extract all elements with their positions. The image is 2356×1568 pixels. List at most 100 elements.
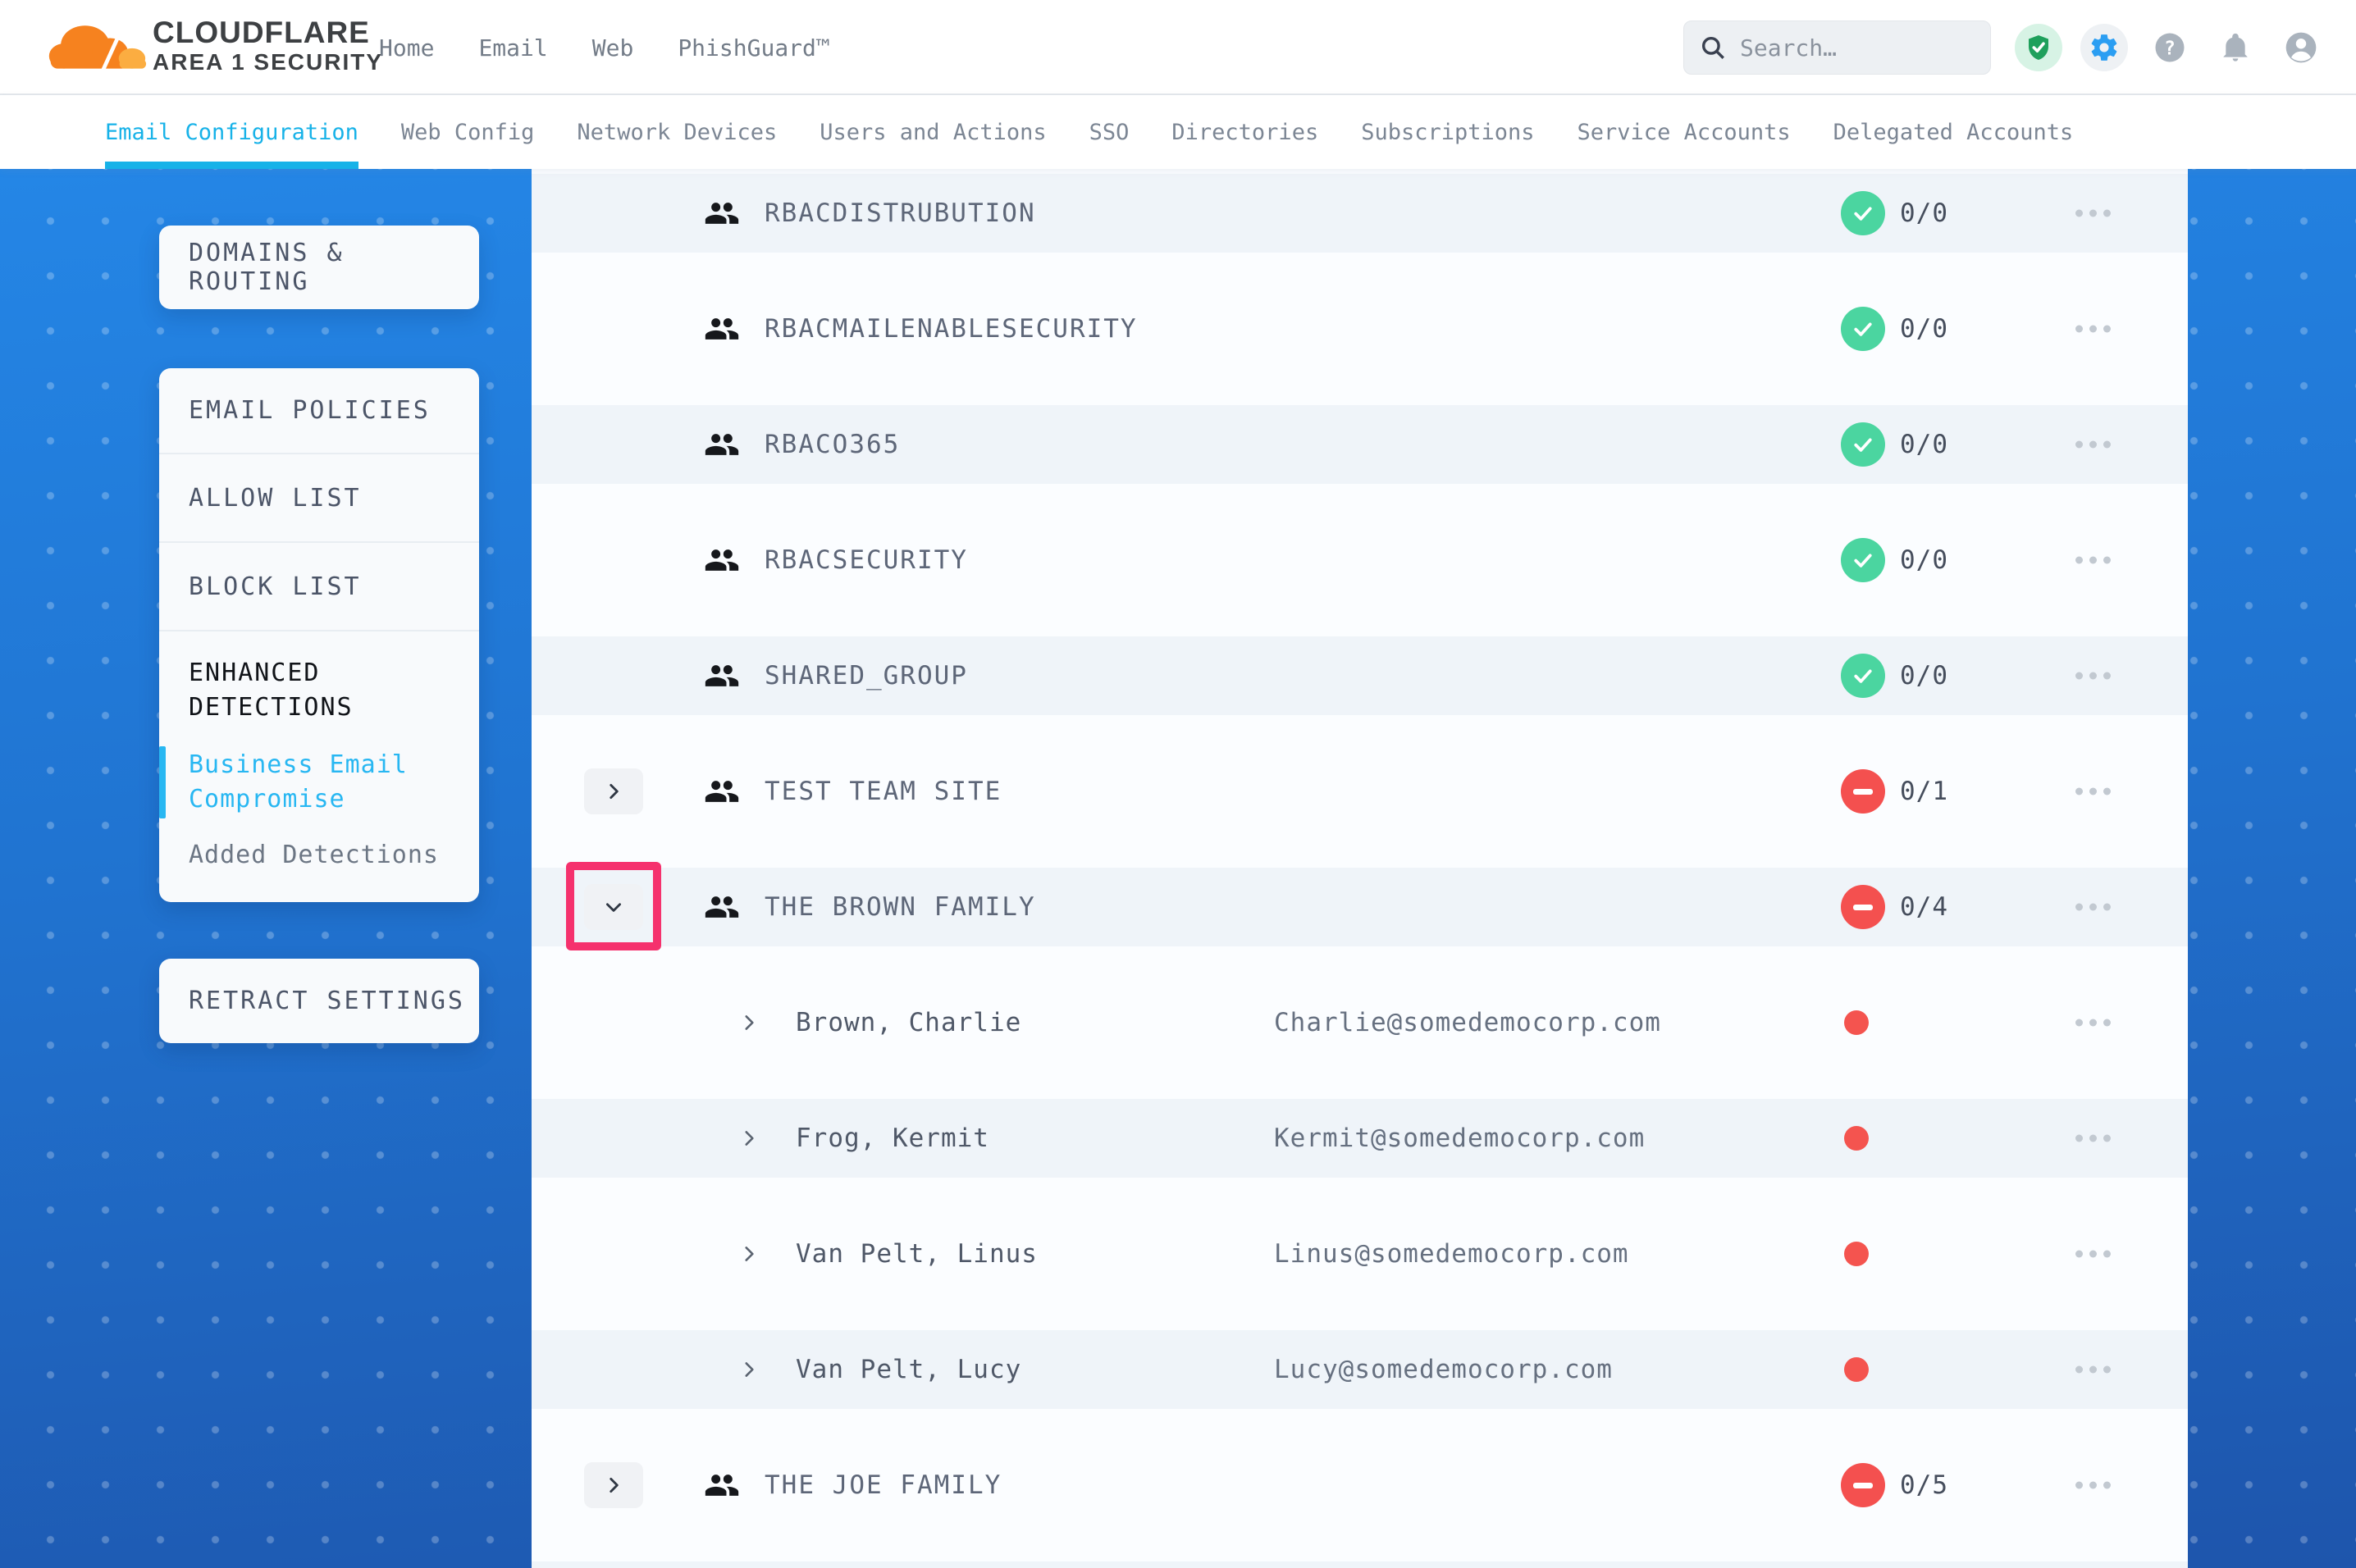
tab-sso[interactable]: SSO	[1089, 95, 1130, 169]
sidebar-item-email-policies[interactable]: EMAIL POLICIES	[159, 368, 479, 454]
nav-item-email[interactable]: Email	[478, 34, 547, 62]
member-email: Charlie@somedemocorp.com	[1274, 1008, 1661, 1037]
member-name: Van Pelt, Lucy	[796, 1355, 1021, 1384]
member-email: Kermit@somedemocorp.com	[1274, 1124, 1645, 1153]
row-menu-button[interactable]	[2072, 664, 2114, 688]
tab-directories[interactable]: Directories	[1171, 95, 1318, 169]
member-email: Lucy@somedemocorp.com	[1274, 1355, 1613, 1384]
member-count: 0/5	[1900, 1470, 1948, 1500]
table-row-group[interactable]: TEST TEAM SITE 0/1	[532, 752, 2188, 831]
group-people-icon	[704, 195, 740, 231]
sidebar-item-block-list[interactable]: BLOCK LIST	[159, 543, 479, 631]
domains-routing-label: DOMAINS & ROUTING	[189, 239, 479, 296]
table-row-member[interactable]: Brown, Charlie Charlie@somedemocorp.com	[532, 983, 2188, 1062]
table-row-group[interactable]: RBACMAILENABLESECURITY 0/0	[532, 289, 2188, 368]
group-people-icon	[704, 773, 740, 809]
search-box[interactable]	[1683, 21, 1991, 75]
status-blocked-dot	[1844, 1010, 1869, 1035]
group-name: TEST TEAM SITE	[765, 777, 1002, 806]
tab-network-devices[interactable]: Network Devices	[577, 95, 777, 169]
member-email: Linus@somedemocorp.com	[1274, 1239, 1629, 1269]
sidebar-item-added-detections[interactable]: Added Detections	[159, 838, 479, 873]
member-name: Frog, Kermit	[796, 1124, 989, 1153]
cloudflare-logo[interactable]: CLOUDFLARE AREA 1 SECURITY	[46, 13, 383, 79]
row-menu-button[interactable]	[2072, 1474, 2114, 1497]
nav-item-home[interactable]: Home	[379, 34, 434, 62]
status-blocked-dot	[1844, 1126, 1869, 1151]
row-menu-button[interactable]	[2072, 896, 2114, 919]
row-menu-button[interactable]	[2072, 433, 2114, 457]
status-ok-badge	[1841, 307, 1885, 351]
member-count: 0/4	[1900, 892, 1948, 922]
sidebar-item-allow-list[interactable]: ALLOW LIST	[159, 454, 479, 543]
group-name: THE BROWN FAMILY	[765, 892, 1036, 922]
table-row-group[interactable]: SHARED_GROUP 0/0	[532, 636, 2188, 715]
group-name: RBACDISTRUBUTION	[765, 198, 1036, 228]
table-row-group[interactable]: RBACSECURITY 0/0	[532, 521, 2188, 599]
table-row-member[interactable]: Van Pelt, Linus Linus@somedemocorp.com	[532, 1215, 2188, 1293]
status-blocked-dot	[1844, 1357, 1869, 1382]
row-menu-button[interactable]	[2072, 1011, 2114, 1035]
status-blocked-badge	[1841, 769, 1885, 814]
row-menu-button[interactable]	[2072, 317, 2114, 341]
sidebar-item-domains-routing[interactable]: DOMAINS & ROUTING	[159, 226, 479, 309]
tab-web-config[interactable]: Web Config	[401, 95, 535, 169]
group-name: RBACMAILENABLESECURITY	[765, 314, 1138, 344]
table-row-member[interactable]: Van Pelt, Lucy Lucy@somedemocorp.com	[532, 1330, 2188, 1409]
group-people-icon	[704, 889, 740, 925]
member-count: 0/0	[1900, 314, 1948, 344]
nav-item-web[interactable]: Web	[592, 34, 634, 62]
chevron-right-icon	[738, 1128, 760, 1149]
table-row-group[interactable]: RBACDISTRUBUTION 0/0	[532, 174, 2188, 253]
help-icon[interactable]: ?	[2146, 24, 2194, 71]
settings-gear-icon[interactable]	[2080, 24, 2128, 71]
group-name: SHARED_GROUP	[765, 661, 968, 691]
top-header: CLOUDFLARE AREA 1 SECURITY Home Email We…	[0, 0, 2356, 95]
row-menu-button[interactable]	[2072, 1127, 2114, 1151]
table-row-group[interactable]: RBACO365 0/0	[532, 405, 2188, 484]
tab-service-accounts[interactable]: Service Accounts	[1578, 95, 1791, 169]
sidebar-item-business-email-compromise[interactable]: Business Email Compromise	[159, 748, 479, 817]
notifications-bell-icon[interactable]	[2212, 24, 2259, 71]
search-icon	[1699, 34, 1727, 62]
user-avatar-icon[interactable]	[2277, 24, 2325, 71]
status-ok-badge	[1841, 422, 1885, 467]
row-menu-button[interactable]	[2072, 549, 2114, 572]
row-menu-button[interactable]	[2072, 202, 2114, 226]
row-menu-button[interactable]	[2072, 1358, 2114, 1382]
sidebar-item-retract-settings[interactable]: RETRACT SETTINGS	[159, 959, 479, 1043]
table-row-member[interactable]: Frog, Kermit Kermit@somedemocorp.com	[532, 1099, 2188, 1178]
groups-list: RBACDISTRUBUTION 0/0 RBACMAILENABLESECUR…	[532, 169, 2188, 1568]
group-people-icon	[704, 1467, 740, 1503]
search-input[interactable]	[1740, 34, 1975, 62]
status-blocked-badge	[1841, 1463, 1885, 1507]
cloudflare-cloud-icon	[46, 13, 148, 79]
status-ok-badge	[1841, 654, 1885, 698]
group-people-icon	[704, 311, 740, 347]
expand-button[interactable]	[584, 1462, 643, 1508]
member-name: Brown, Charlie	[796, 1008, 1021, 1037]
group-people-icon	[704, 658, 740, 694]
logo-sub-text: AREA 1 SECURITY	[153, 49, 383, 75]
status-blocked-dot	[1844, 1242, 1869, 1266]
member-name: Van Pelt, Linus	[796, 1239, 1038, 1269]
config-tab-bar: Email Configuration Web Config Network D…	[0, 95, 2356, 169]
row-menu-button[interactable]	[2072, 780, 2114, 804]
tab-delegated-accounts[interactable]: Delegated Accounts	[1833, 95, 2074, 169]
group-name: RBACO365	[765, 430, 900, 459]
expand-button[interactable]	[584, 768, 643, 814]
tab-users-and-actions[interactable]: Users and Actions	[820, 95, 1046, 169]
table-row-group[interactable]: THE BROWN FAMILY 0/4	[532, 868, 2188, 946]
shield-check-icon[interactable]	[2015, 24, 2062, 71]
member-count: 0/0	[1900, 198, 1948, 228]
collapse-button[interactable]	[584, 884, 643, 930]
tab-subscriptions[interactable]: Subscriptions	[1361, 95, 1534, 169]
nav-item-phishguard[interactable]: PhishGuard™	[678, 34, 829, 62]
table-row-group[interactable]: THE JOE FAMILY 0/5	[532, 1446, 2188, 1525]
enhanced-detections-heading: ENHANCED DETECTIONS	[159, 631, 479, 725]
row-menu-button[interactable]	[2072, 1242, 2114, 1266]
group-name: RBACSECURITY	[765, 545, 968, 575]
member-count: 0/0	[1900, 430, 1948, 459]
svg-text:?: ?	[2164, 38, 2176, 59]
tab-email-configuration[interactable]: Email Configuration	[105, 95, 358, 169]
